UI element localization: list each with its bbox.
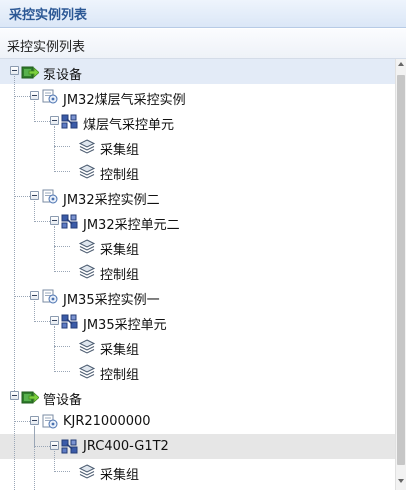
device-arrow-icon bbox=[21, 388, 40, 405]
tree-guide-line bbox=[14, 76, 15, 391]
tree-node-label: 泵设备 bbox=[43, 68, 83, 83]
tree-node[interactable]: 采集组 bbox=[0, 334, 395, 359]
tree-node-label: 控制组 bbox=[100, 268, 140, 283]
collapse-toggle-icon[interactable] bbox=[50, 116, 59, 125]
tree-node[interactable]: JM35采控单元 bbox=[0, 309, 395, 334]
tree-guide-line bbox=[34, 426, 35, 490]
panel-header: 采控实例列表 bbox=[0, 0, 406, 28]
tree-node-label: JM35采控单元 bbox=[83, 318, 167, 333]
tree-guide-line bbox=[34, 101, 35, 122]
tree-node-label: 管设备 bbox=[43, 393, 83, 408]
tree-node[interactable]: 采集组 bbox=[0, 459, 395, 484]
tree-node-label: JRC400-G1T2 bbox=[83, 439, 169, 454]
unit-icon bbox=[61, 113, 79, 130]
instance-icon bbox=[41, 188, 59, 205]
instance-icon bbox=[41, 413, 59, 430]
tree-node[interactable]: 泵设备 bbox=[0, 59, 395, 84]
panel-title: 采控实例列表 bbox=[9, 8, 88, 23]
tree-node[interactable]: JM32采控实例二 bbox=[0, 184, 395, 209]
tree-guide-line bbox=[34, 201, 35, 222]
instance-icon bbox=[41, 88, 59, 105]
list-header: 采控实例列表 bbox=[0, 29, 406, 59]
layers-icon bbox=[78, 238, 96, 255]
layers-icon bbox=[78, 338, 96, 355]
tree-guide-line bbox=[54, 326, 55, 372]
layers-icon bbox=[78, 463, 96, 480]
tree-guide-line bbox=[34, 301, 35, 322]
tree-node-label: 控制组 bbox=[100, 368, 140, 383]
collapse-toggle-icon[interactable] bbox=[10, 66, 19, 75]
scroll-down-icon[interactable] bbox=[398, 479, 404, 483]
list-title: 采控实例列表 bbox=[7, 40, 86, 55]
collapse-toggle-icon[interactable] bbox=[10, 391, 19, 400]
scroll-thumb[interactable] bbox=[397, 75, 405, 465]
tree-node-label: 采集组 bbox=[100, 143, 140, 158]
tree-guide-line bbox=[54, 226, 55, 272]
vertical-scrollbar[interactable] bbox=[395, 59, 406, 490]
tree-node[interactable]: JM35采控实例一 bbox=[0, 284, 395, 309]
tree-node[interactable]: JRC400-G1T2 bbox=[0, 434, 395, 459]
collapse-toggle-icon[interactable] bbox=[30, 91, 39, 100]
layers-icon bbox=[78, 163, 96, 180]
tree-guide-line bbox=[54, 451, 55, 472]
tree-node[interactable]: 采集组 bbox=[0, 234, 395, 259]
tree-connector bbox=[54, 271, 70, 272]
tree-node[interactable]: 煤层气采控单元 bbox=[0, 109, 395, 134]
tree-node[interactable]: JM32采控单元二 bbox=[0, 209, 395, 234]
instance-tree: 泵设备 JM32煤层气采控实例 煤层气采控单元 采集组 控制组 JM32采控实例二 JM32… bbox=[0, 59, 395, 490]
tree-node-label: 采集组 bbox=[100, 243, 140, 258]
collapse-toggle-icon[interactable] bbox=[50, 441, 59, 450]
tree-connector bbox=[54, 346, 70, 347]
tree-node-label: KJR21000000 bbox=[63, 414, 151, 429]
unit-icon bbox=[61, 213, 79, 230]
tree-guide-line bbox=[54, 126, 55, 172]
layers-icon bbox=[78, 263, 96, 280]
tree-node[interactable]: 控制组 bbox=[0, 159, 395, 184]
tree-node-label: 采集组 bbox=[100, 468, 140, 483]
collapse-toggle-icon[interactable] bbox=[30, 416, 39, 425]
tree-node-label: 煤层气采控单元 bbox=[83, 118, 175, 133]
layers-icon bbox=[78, 138, 96, 155]
unit-icon bbox=[61, 438, 79, 455]
tree-node[interactable]: JM32煤层气采控实例 bbox=[0, 84, 395, 109]
tree-node-label: JM35采控实例一 bbox=[63, 293, 160, 308]
tree-node[interactable]: KJR21000000 bbox=[0, 409, 395, 434]
scroll-up-icon[interactable] bbox=[398, 62, 404, 66]
tree-node[interactable]: 控制组 bbox=[0, 359, 395, 384]
tree-node[interactable]: 采集组 bbox=[0, 134, 395, 159]
collapse-toggle-icon[interactable] bbox=[30, 291, 39, 300]
tree-node-label: JM32采控实例二 bbox=[63, 193, 160, 208]
tree-node-label: JM32煤层气采控实例 bbox=[63, 93, 186, 108]
tree-node[interactable]: 管设备 bbox=[0, 384, 395, 409]
tree-connector bbox=[54, 471, 70, 472]
collapse-toggle-icon[interactable] bbox=[30, 191, 39, 200]
collapse-toggle-icon[interactable] bbox=[50, 316, 59, 325]
tree-node-label: 采集组 bbox=[100, 343, 140, 358]
tree-guide-line bbox=[14, 401, 15, 490]
collapse-toggle-icon[interactable] bbox=[50, 216, 59, 225]
device-arrow-icon bbox=[21, 63, 40, 80]
tree-connector bbox=[54, 246, 70, 247]
tree-connector bbox=[54, 371, 70, 372]
tree-connector bbox=[54, 171, 70, 172]
instance-icon bbox=[41, 288, 59, 305]
tree-node-label: JM32采控单元二 bbox=[83, 218, 180, 233]
tree-connector bbox=[54, 146, 70, 147]
layers-icon bbox=[78, 363, 96, 380]
tree-node[interactable]: 控制组 bbox=[0, 259, 395, 284]
tree-node-label: 控制组 bbox=[100, 168, 140, 183]
unit-icon bbox=[61, 313, 79, 330]
